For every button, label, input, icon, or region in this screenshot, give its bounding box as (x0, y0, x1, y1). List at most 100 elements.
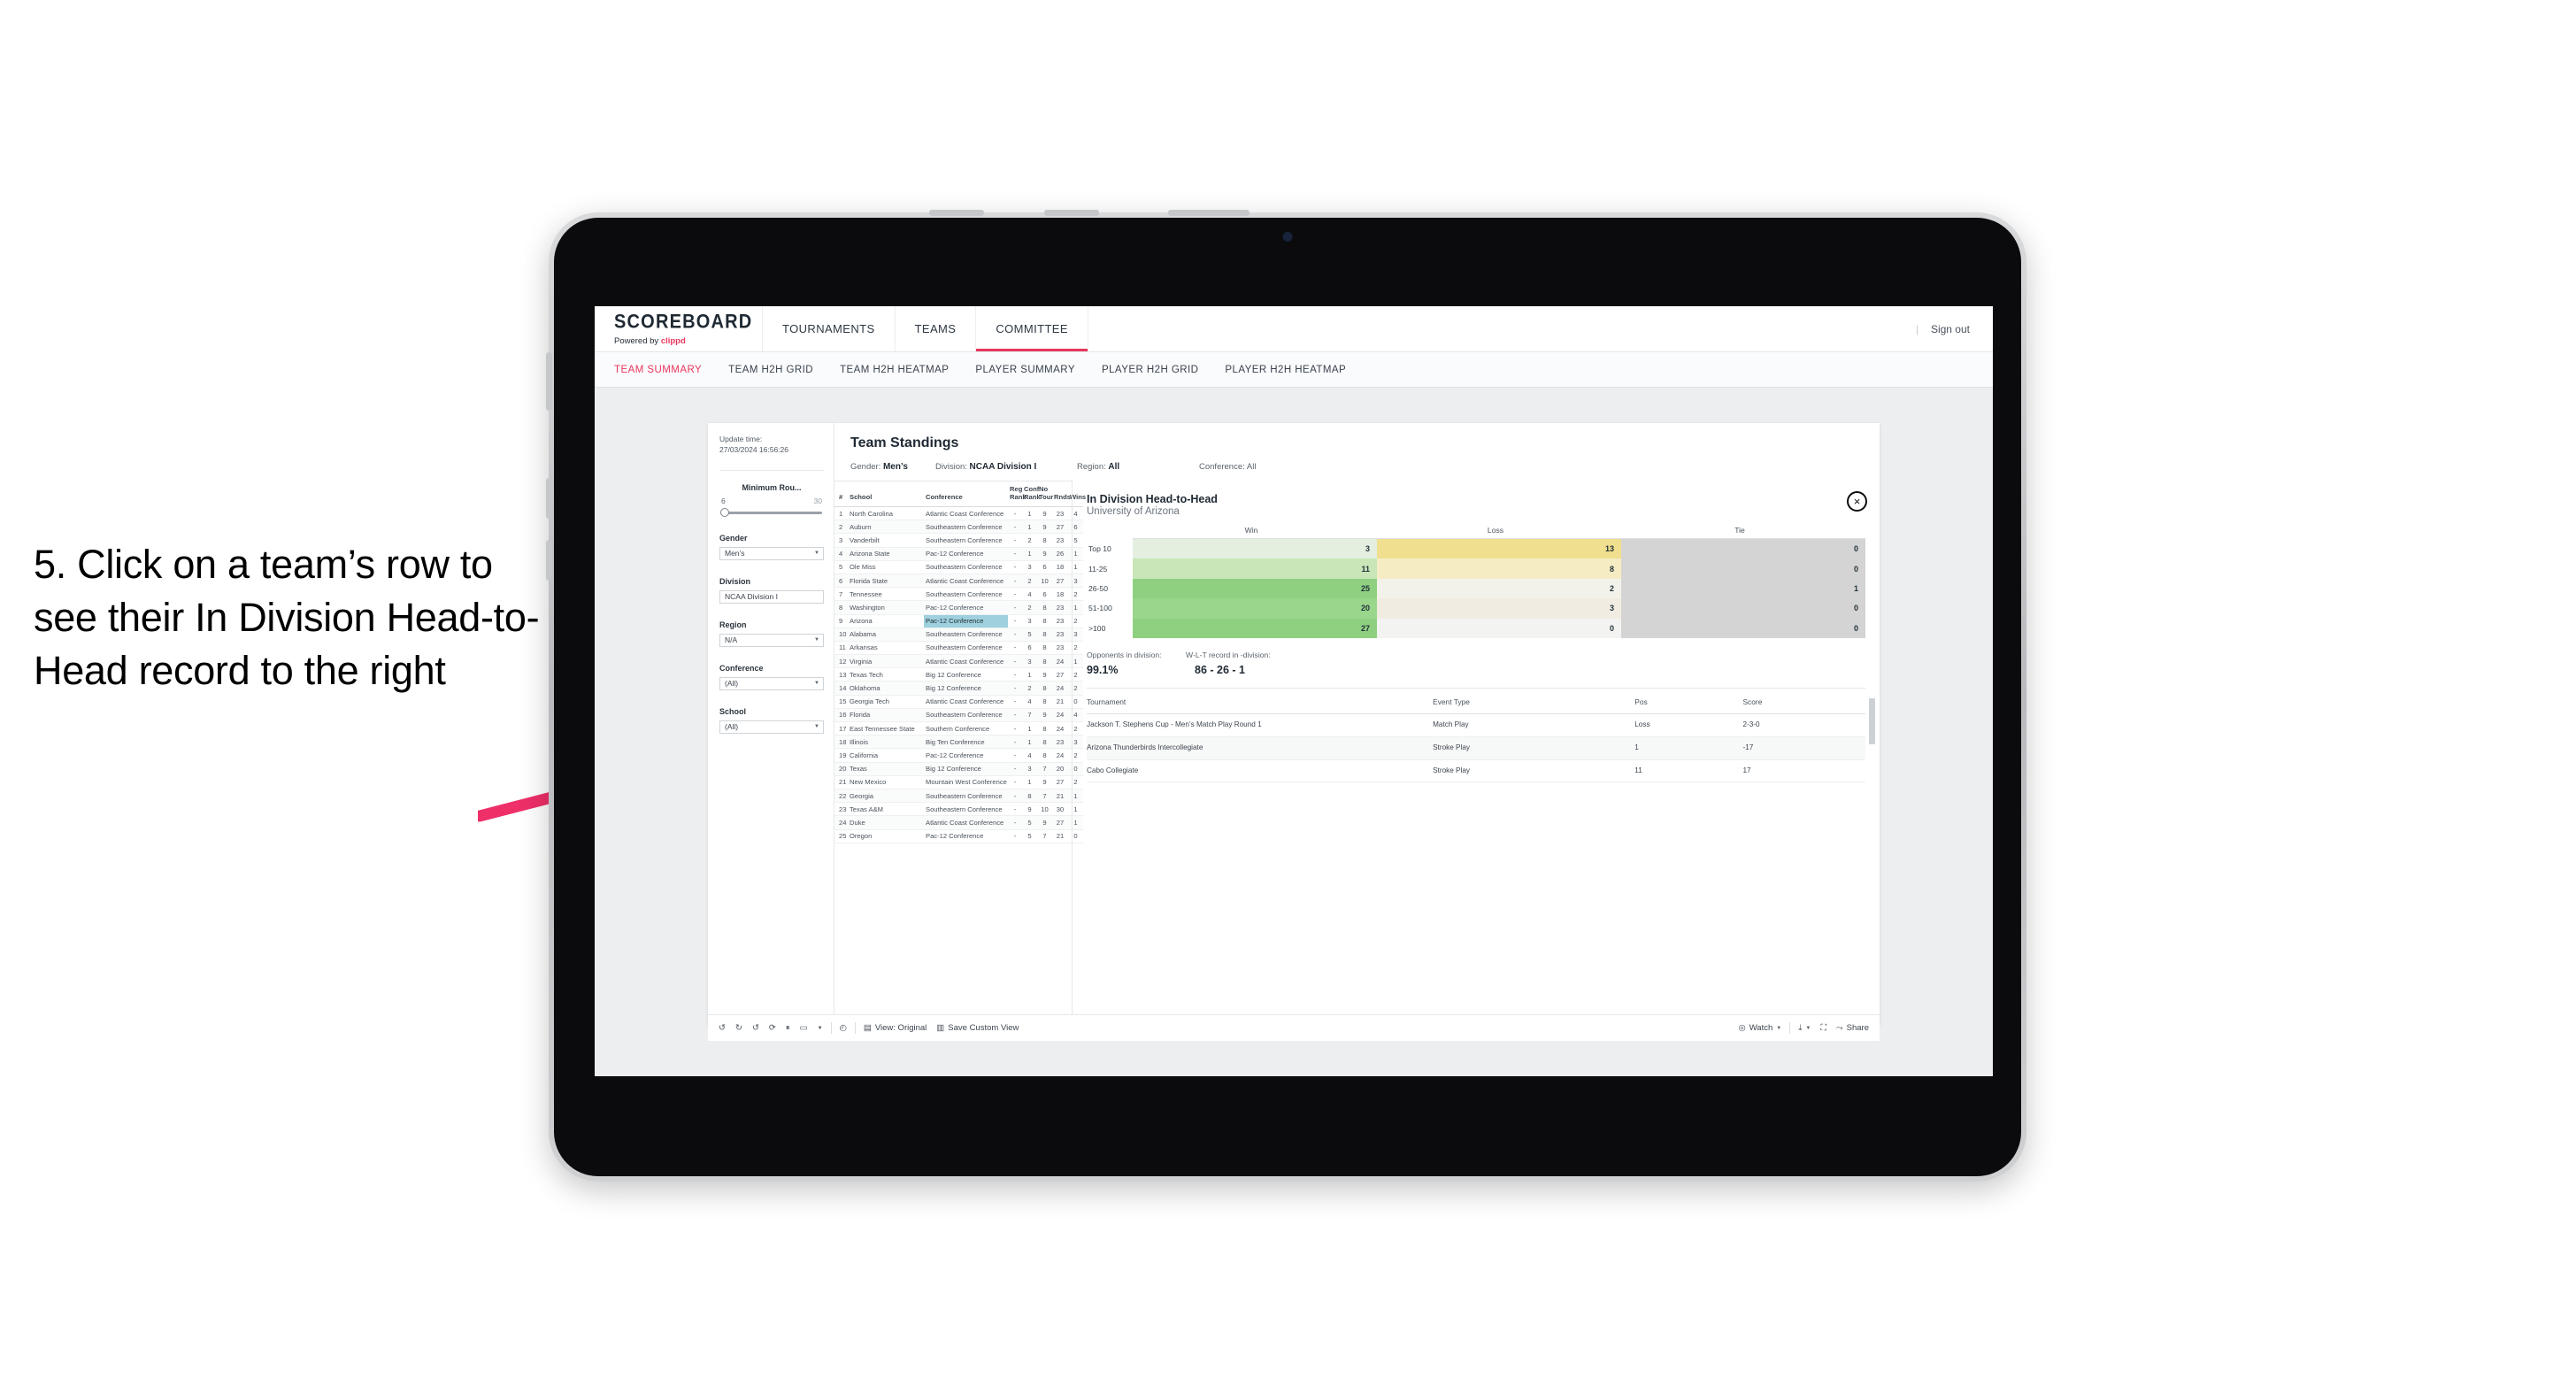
bottom-toolbar: ↺ ↻ ↺ ⟳ ⏸ ▭ ▼ ◴ ▤ View: Original ▥ Save … (708, 1014, 1880, 1041)
redo-icon[interactable]: ↻ (735, 1023, 742, 1033)
tab-player-h2h-grid[interactable]: PLAYER H2H GRID (1102, 365, 1198, 375)
close-icon[interactable]: × (1847, 491, 1867, 512)
tournament-type: Stroke Play (1433, 736, 1635, 760)
cell-num: 2 (834, 520, 848, 535)
minimum-rounds-slider[interactable] (719, 507, 824, 517)
table-row[interactable]: 17 East Tennessee State Southern Conferenc… (834, 721, 1083, 736)
tournament-row[interactable]: Jackson T. Stephens Cup - Men’s Match Pl… (1087, 713, 1865, 737)
conference-select[interactable]: (All) ▼ (719, 676, 824, 690)
table-row[interactable]: 18 Illinois Big Ten Conference -1 8 23 3 (834, 735, 1083, 750)
table-row[interactable]: 13 Texas Tech Big 12 Conference -1 9 27 2 (834, 667, 1083, 682)
tournament-row[interactable]: Arizona Thunderbirds Intercollegiate Stro… (1087, 736, 1865, 760)
tournament-row[interactable]: Cabo Collegiate Stroke Play 11 17 (1087, 759, 1865, 783)
table-row[interactable]: 16 Florida Southeastern Conference -7 9 24 4 (834, 708, 1083, 723)
nav-item-teams[interactable]: TEAMS (896, 306, 977, 351)
cell-reg-rank: - (1008, 574, 1022, 589)
revert-icon[interactable]: ↺ (752, 1023, 759, 1033)
table-row[interactable]: 12 Virginia Atlantic Coast Conference -3 8 24… (834, 654, 1083, 669)
undo-icon[interactable]: ↺ (719, 1023, 726, 1033)
save-custom-view-button[interactable]: ▥ Save Custom View (936, 1023, 1019, 1033)
fullscreen-icon[interactable]: ⛶ (1820, 1023, 1826, 1033)
cell-num: 16 (834, 708, 848, 723)
filter-conference: Conference (All) ▼ (719, 664, 824, 690)
cell-conference: Southeastern Conference (924, 520, 1008, 535)
table-row[interactable]: 9 Arizona Pac-12 Conference -3 8 23 2 (834, 614, 1083, 628)
cell-conf-rank: 1 (1022, 547, 1037, 561)
tab-player-summary[interactable]: PLAYER SUMMARY (975, 365, 1075, 375)
cell-num: 8 (834, 600, 848, 615)
sign-out-link[interactable]: Sign out (1931, 323, 1970, 335)
slider-handle[interactable] (720, 507, 729, 517)
table-row[interactable]: 3 Vanderbilt Southeastern Conference -2 8 23 5 (834, 533, 1083, 548)
region-select[interactable]: N/A ▼ (719, 633, 824, 647)
table-row[interactable]: 24 Duke Atlantic Coast Conference -5 9 27 1 (834, 815, 1083, 830)
table-row[interactable]: 25 Oregon Pac-12 Conference -5 7 21 0 (834, 829, 1083, 843)
pause-icon[interactable]: ⏸ (786, 1023, 790, 1033)
cell-rnds: 27 (1052, 574, 1068, 589)
table-row[interactable]: 7 Tennessee Southeastern Conference -4 6 18 2 (834, 587, 1083, 602)
cell-reg-rank: - (1008, 533, 1022, 548)
cell-num: 6 (834, 574, 848, 589)
division-select[interactable]: NCAA Division I (719, 589, 824, 604)
rect-select-icon[interactable]: ▭ (800, 1023, 808, 1033)
nav-item-committee[interactable]: COMMITTEE (976, 306, 1088, 351)
col-rank[interactable]: # (834, 481, 848, 507)
col-reg-rank[interactable]: Reg Rank (1008, 481, 1027, 507)
table-row[interactable]: 14 Oklahoma Big 12 Conference -2 8 24 2 (834, 681, 1083, 696)
table-row[interactable]: 11 Arkansas Southeastern Conference -6 8 23 2 (834, 641, 1083, 656)
table-row[interactable]: 10 Alabama Southeastern Conference -5 8 23 3 (834, 628, 1083, 642)
view-original-button[interactable]: ▤ View: Original (864, 1023, 927, 1033)
share-button[interactable]: ⤳ Share (1836, 1023, 1869, 1033)
col-rnds[interactable]: Rnds (1052, 481, 1071, 507)
table-row[interactable]: 22 Georgia Southeastern Conference -8 7 21 1 (834, 789, 1083, 804)
table-row[interactable]: 2 Auburn Southeastern Conference -1 9 27 6 (834, 520, 1083, 535)
refresh-icon[interactable]: ⟳ (769, 1023, 776, 1033)
h2h-cell-tie: 1 (1621, 578, 1865, 599)
table-row[interactable]: 19 California Pac-12 Conference -4 8 24 2 (834, 748, 1083, 763)
col-school[interactable]: School (848, 481, 924, 507)
cell-conference: Southeastern Conference (924, 708, 1008, 723)
download-button[interactable]: ⤓ ▼ (1798, 1023, 1811, 1033)
tab-team-summary[interactable]: TEAM SUMMARY (614, 365, 702, 375)
brand-logo[interactable]: SCOREBOARD Powered by clippd (595, 306, 763, 351)
col-no-tour[interactable]: No Tour (1037, 481, 1053, 507)
cell-no-tour: 9 (1037, 815, 1052, 830)
tab-player-h2h-heatmap[interactable]: PLAYER H2H HEATMAP (1225, 365, 1346, 375)
table-row[interactable]: 21 New Mexico Mountain West Conference -1 9 2… (834, 775, 1083, 789)
col-conference[interactable]: Conference (924, 481, 1008, 507)
nav-item-tournaments[interactable]: TOURNAMENTS (763, 306, 896, 351)
school-select[interactable]: (All) ▼ (719, 720, 824, 734)
table-row[interactable]: 8 Washington Pac-12 Conference -2 8 23 1 (834, 600, 1083, 615)
cell-school: Texas Tech (848, 667, 924, 682)
table-row[interactable]: 6 Florida State Atlantic Coast Conference -… (834, 574, 1083, 589)
cell-reg-rank: - (1008, 560, 1022, 574)
division-summary-label: Division: (935, 462, 967, 472)
conference-summary-label: Conference: (1199, 462, 1245, 472)
chevron-down-icon: ▼ (814, 724, 819, 730)
gender-select[interactable]: Men’s ▼ (719, 546, 824, 560)
table-row[interactable]: 4 Arizona State Pac-12 Conference -1 9 26 1 (834, 547, 1083, 561)
table-row[interactable]: 1 North Carolina Atlantic Coast Conference… (834, 506, 1083, 521)
h2h-cell-tie: 0 (1621, 618, 1865, 638)
watch-button[interactable]: ◎ Watch ▼ (1738, 1023, 1781, 1033)
vertical-scrollbar[interactable] (1869, 698, 1875, 744)
h2h-cell-loss: 0 (1377, 618, 1621, 638)
cell-no-tour: 8 (1037, 721, 1052, 736)
table-row[interactable]: 20 Texas Big 12 Conference -3 7 20 0 (834, 762, 1083, 776)
h2h-col-win: Win (1133, 526, 1377, 539)
tab-team-h2h-grid[interactable]: TEAM H2H GRID (728, 365, 813, 375)
cell-no-tour: 8 (1037, 695, 1052, 709)
table-row[interactable]: 5 Ole Miss Southeastern Conference -3 6 18 1 (834, 560, 1083, 574)
cell-no-tour: 8 (1037, 748, 1052, 763)
cell-reg-rank: - (1008, 641, 1022, 656)
cell-conf-rank: 4 (1022, 695, 1037, 709)
table-row[interactable]: 23 Texas A&M Southeastern Conference -9 10 30… (834, 802, 1083, 817)
col-conf-rank[interactable]: Conf Rank (1022, 481, 1041, 507)
tab-team-h2h-heatmap[interactable]: TEAM H2H HEATMAP (840, 365, 949, 375)
filter-summary-row: Gender: Men’s Division: NCAA Division I … (850, 462, 1880, 481)
history-icon[interactable]: ◴ (840, 1023, 847, 1033)
cell-num: 22 (834, 789, 848, 804)
table-row[interactable]: 15 Georgia Tech Atlantic Coast Conference -… (834, 695, 1083, 709)
cell-conference: Southern Conference (924, 721, 1008, 736)
caret-down-icon[interactable]: ▼ (818, 1026, 823, 1031)
